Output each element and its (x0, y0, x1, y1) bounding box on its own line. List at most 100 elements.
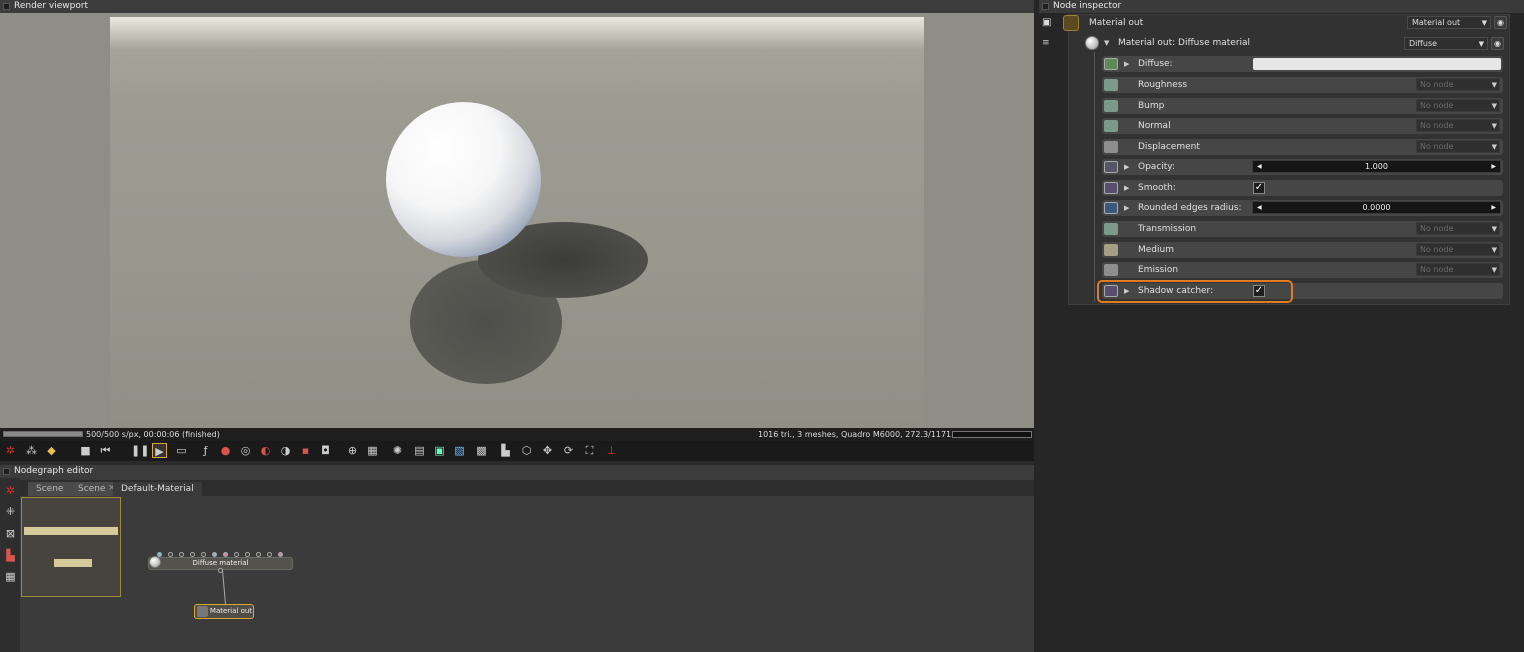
scatter-icon[interactable]: ⁂ (24, 443, 39, 458)
increment-icon[interactable]: ▶ (1491, 202, 1496, 214)
texture-icon[interactable] (1104, 161, 1118, 173)
input-pin[interactable] (245, 552, 250, 557)
pin-swatch[interactable] (1104, 244, 1118, 256)
node-selector-dropdown[interactable]: No node ▼ (1416, 222, 1500, 235)
param-row-smooth[interactable]: ▶ Smooth: ✓ (1102, 180, 1503, 196)
node-selector-dropdown[interactable]: No node ▼ (1416, 99, 1500, 112)
smooth-checkbox[interactable]: ✓ (1253, 182, 1265, 194)
lock-icon[interactable]: ▙ (498, 443, 513, 458)
root-node-dropdown[interactable]: Material out ▼ (1407, 16, 1491, 29)
export-icon[interactable]: ▧ (452, 443, 467, 458)
param-row-rounded-edges[interactable]: ▶ Rounded edges radius: ◀ 0.0000 ▶ (1102, 200, 1503, 216)
stop-icon[interactable]: ■ (78, 443, 93, 458)
input-pin[interactable] (223, 552, 228, 557)
node-selector-dropdown[interactable]: No node ▼ (1416, 119, 1500, 132)
curve-icon[interactable] (1104, 202, 1118, 214)
clipboard-icon[interactable]: ▤ (412, 443, 427, 458)
aperture-icon[interactable]: ƒ (198, 443, 213, 458)
diffuse-color-swatch[interactable] (1253, 58, 1501, 70)
node-selector-dropdown[interactable]: No node ▼ (1416, 263, 1500, 276)
layout-icon[interactable]: ⊠ (3, 526, 18, 541)
move-icon[interactable]: ✥ (540, 443, 555, 458)
opacity-slider[interactable]: ◀ 1.000 ▶ (1252, 160, 1501, 173)
bool-icon[interactable] (1104, 182, 1118, 194)
focus-icon[interactable]: ◎ (238, 443, 253, 458)
input-pin[interactable] (278, 552, 283, 557)
pin-swatch[interactable] (1104, 120, 1118, 132)
object-pick-icon[interactable]: ▪ (298, 443, 313, 458)
pin-swatch[interactable] (1104, 100, 1118, 112)
cube-view-icon[interactable]: ⬡ (519, 443, 534, 458)
param-row-diffuse[interactable]: ▶ Diffuse: (1102, 56, 1503, 72)
rotate-icon[interactable]: ⟳ (561, 443, 576, 458)
tab-scene-2[interactable]: Scene (70, 482, 114, 496)
nodegraph-minimap[interactable] (21, 497, 121, 597)
sun-icon[interactable]: ✺ (390, 443, 405, 458)
play-icon[interactable]: ▶ (152, 443, 167, 458)
tab-scene-1[interactable]: Scene (28, 482, 72, 496)
render-viewport[interactable] (0, 13, 1034, 428)
fit-icon[interactable]: ⛶ (582, 443, 597, 458)
param-row-roughness[interactable]: Roughness No node ▼ (1102, 77, 1503, 93)
pause-icon[interactable]: ❚❚ (131, 443, 149, 458)
input-pin[interactable] (179, 552, 184, 557)
input-pin[interactable] (190, 552, 195, 557)
save-render-icon[interactable]: ▣ (432, 443, 447, 458)
zoom-icon[interactable]: ⊕ (345, 443, 360, 458)
panel-close-icon[interactable] (3, 3, 10, 10)
param-row-medium[interactable]: Medium No node ▼ (1102, 242, 1503, 258)
expand-arrow-icon[interactable]: ▶ (1124, 56, 1129, 72)
input-pin[interactable] (234, 552, 239, 557)
axis-icon[interactable]: ⊥ (604, 443, 619, 458)
rewind-icon[interactable]: ⏮ (98, 443, 113, 458)
param-row-displacement[interactable]: Displacement No node ▼ (1102, 139, 1503, 155)
nodes-icon[interactable]: ⁜ (3, 504, 18, 519)
expand-arrow-icon[interactable]: ▼ (1104, 37, 1109, 49)
material-type-dropdown[interactable]: Diffuse ▼ (1404, 37, 1488, 50)
rounded-edges-slider[interactable]: ◀ 0.0000 ▶ (1252, 201, 1501, 214)
texture-icon[interactable] (1104, 58, 1118, 70)
input-pin[interactable] (256, 552, 261, 557)
material-pick-icon[interactable]: ◑ (278, 443, 293, 458)
output-pin[interactable] (218, 568, 223, 573)
param-row-transmission[interactable]: Transmission No node ▼ (1102, 221, 1503, 237)
bookmark-icon[interactable]: ▙ (3, 548, 18, 563)
panel-close-icon[interactable] (1042, 3, 1049, 10)
octane-logo-icon[interactable]: ✲ (3, 443, 18, 458)
collapse-icon[interactable]: ≡ (1042, 37, 1054, 49)
camera-icon[interactable]: ◘ (318, 443, 333, 458)
pin-swatch[interactable] (1104, 79, 1118, 91)
eye-icon[interactable]: ◉ (1491, 37, 1504, 50)
decrement-icon[interactable]: ◀ (1257, 202, 1262, 214)
param-row-normal[interactable]: Normal No node ▼ (1102, 118, 1503, 134)
panel-close-icon[interactable] (3, 468, 10, 475)
color-picker-icon[interactable]: ● (218, 443, 233, 458)
region-icon[interactable]: ▦ (365, 443, 380, 458)
node-selector-dropdown[interactable]: No node ▼ (1416, 140, 1500, 153)
input-pin[interactable] (168, 552, 173, 557)
expand-arrow-icon[interactable]: ▶ (1124, 159, 1129, 175)
param-row-emission[interactable]: Emission No node ▼ (1102, 262, 1503, 278)
decrement-icon[interactable]: ◀ (1257, 161, 1262, 173)
input-pin[interactable] (157, 552, 162, 557)
eye-icon[interactable]: ◉ (1494, 16, 1507, 29)
node-selector-dropdown[interactable]: No node ▼ (1416, 78, 1500, 91)
white-balance-icon[interactable]: ◐ (258, 443, 273, 458)
param-row-opacity[interactable]: ▶ Opacity: ◀ 1.000 ▶ (1102, 159, 1503, 175)
pin-swatch[interactable] (1104, 141, 1118, 153)
pin-swatch[interactable] (1104, 264, 1118, 276)
pin-swatch[interactable] (1104, 223, 1118, 235)
cube-icon[interactable]: ◆ (44, 443, 59, 458)
input-pin[interactable] (212, 552, 217, 557)
input-pin[interactable] (201, 552, 206, 557)
input-pin[interactable] (267, 552, 272, 557)
octane-logo-icon[interactable]: ✲ (3, 483, 18, 498)
grid-icon[interactable]: ▩ (474, 443, 489, 458)
table-icon[interactable]: ▦ (3, 569, 18, 584)
tab-default-material[interactable]: Default-Material (113, 482, 202, 496)
expand-arrow-icon[interactable]: ▶ (1124, 200, 1129, 216)
pin-inspector-icon[interactable]: ▣ (1042, 17, 1054, 29)
increment-icon[interactable]: ▶ (1491, 161, 1496, 173)
param-row-bump[interactable]: Bump No node ▼ (1102, 98, 1503, 114)
monitor-icon[interactable]: ▭ (174, 443, 189, 458)
